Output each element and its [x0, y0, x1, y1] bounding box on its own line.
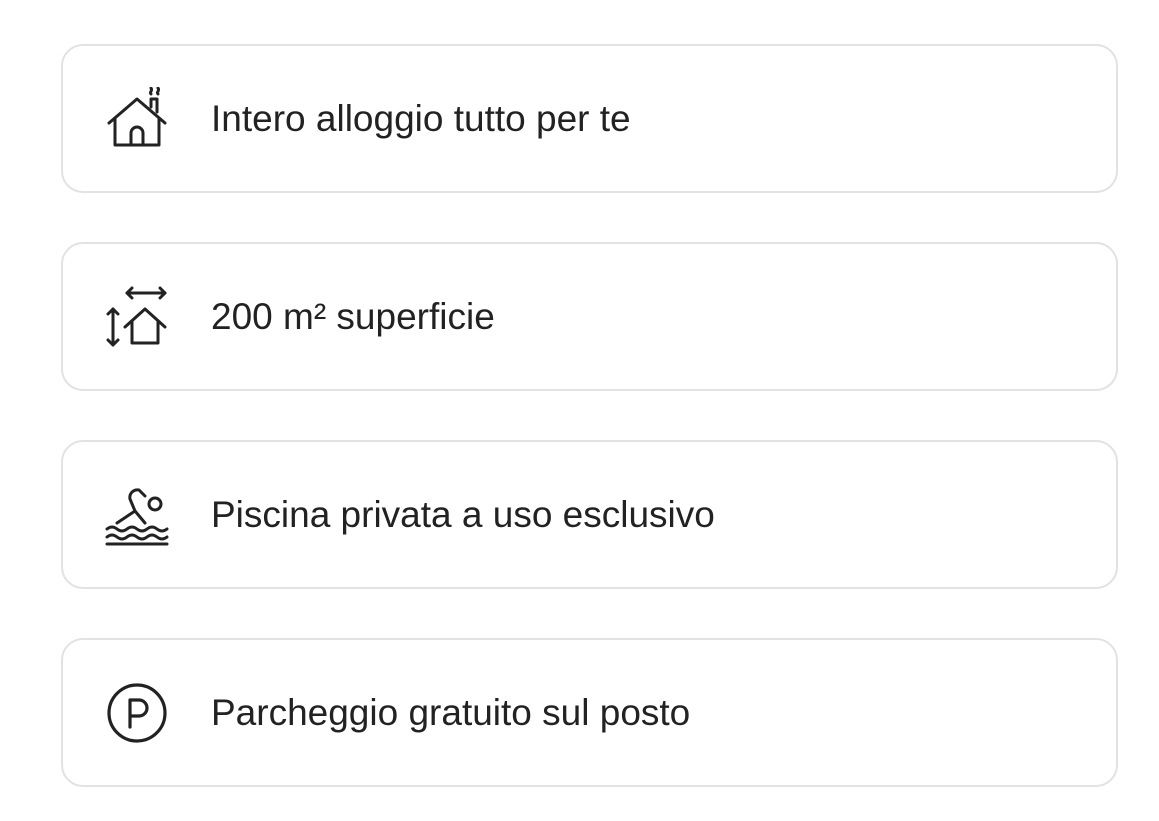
feature-card-free-parking: Parcheggio gratuito sul posto	[61, 638, 1118, 787]
parking-icon	[105, 681, 169, 745]
feature-label: 200 m² superficie	[211, 296, 495, 337]
feature-card-entire-home: Intero alloggio tutto per te	[61, 44, 1118, 193]
feature-label: Intero alloggio tutto per te	[211, 98, 631, 139]
floor-area-icon	[105, 285, 169, 349]
feature-label: Parcheggio gratuito sul posto	[211, 692, 691, 733]
feature-card-floor-area: 200 m² superficie	[61, 242, 1118, 391]
swimmer-pool-icon	[105, 483, 169, 547]
feature-card-private-pool: Piscina privata a uso esclusivo	[61, 440, 1118, 589]
feature-label: Piscina privata a uso esclusivo	[211, 494, 715, 535]
feature-list: Intero alloggio tutto per te 200 m² supe…	[61, 44, 1118, 787]
house-with-chimney-icon	[105, 86, 169, 151]
